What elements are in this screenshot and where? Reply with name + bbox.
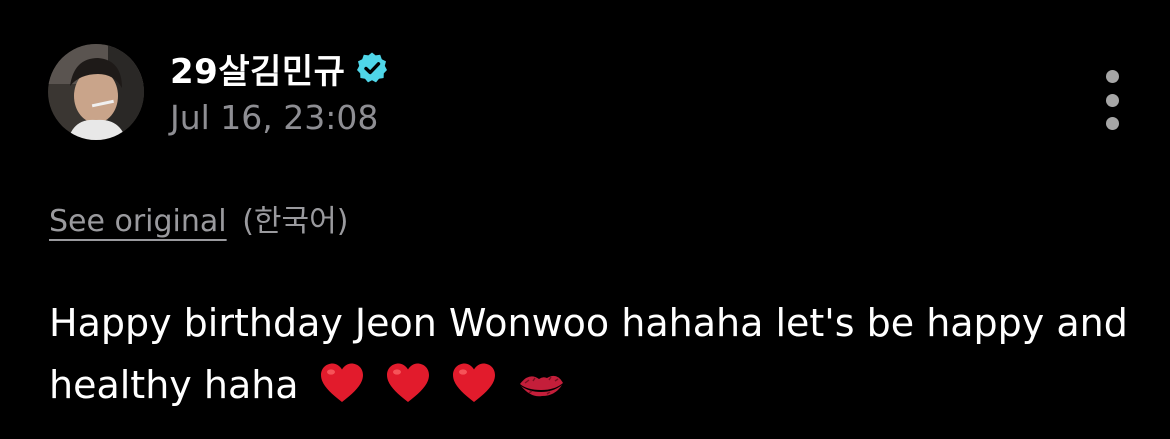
- verified-badge-icon: [355, 51, 389, 85]
- post-card: 29살김민규 Jul 16, 23:08 See original (한국어) …: [0, 0, 1170, 439]
- username-row: 29살김민규: [170, 44, 389, 92]
- post-text-content: Happy birthday Jeon Wonwoo hahaha let's …: [49, 301, 1128, 407]
- more-dot: [1105, 93, 1119, 107]
- avatar[interactable]: [48, 44, 144, 140]
- red-heart-icon: [451, 362, 497, 404]
- red-heart-icon: [319, 362, 365, 404]
- translation-row: See original (한국어): [49, 196, 348, 240]
- more-dot: [1105, 117, 1119, 130]
- more-options-icon[interactable]: [1100, 70, 1124, 130]
- see-original-link[interactable]: See original: [49, 204, 227, 239]
- post-text: Happy birthday Jeon Wonwoo hahaha let's …: [49, 292, 1129, 416]
- original-language-label: (한국어): [242, 204, 349, 239]
- username[interactable]: 29살김민규: [170, 44, 345, 93]
- emoji-row: [311, 363, 565, 407]
- red-heart-icon: [385, 362, 431, 404]
- kiss-mark-icon: [517, 368, 565, 404]
- more-dot: [1105, 70, 1119, 83]
- timestamp: Jul 16, 23:08: [170, 98, 379, 137]
